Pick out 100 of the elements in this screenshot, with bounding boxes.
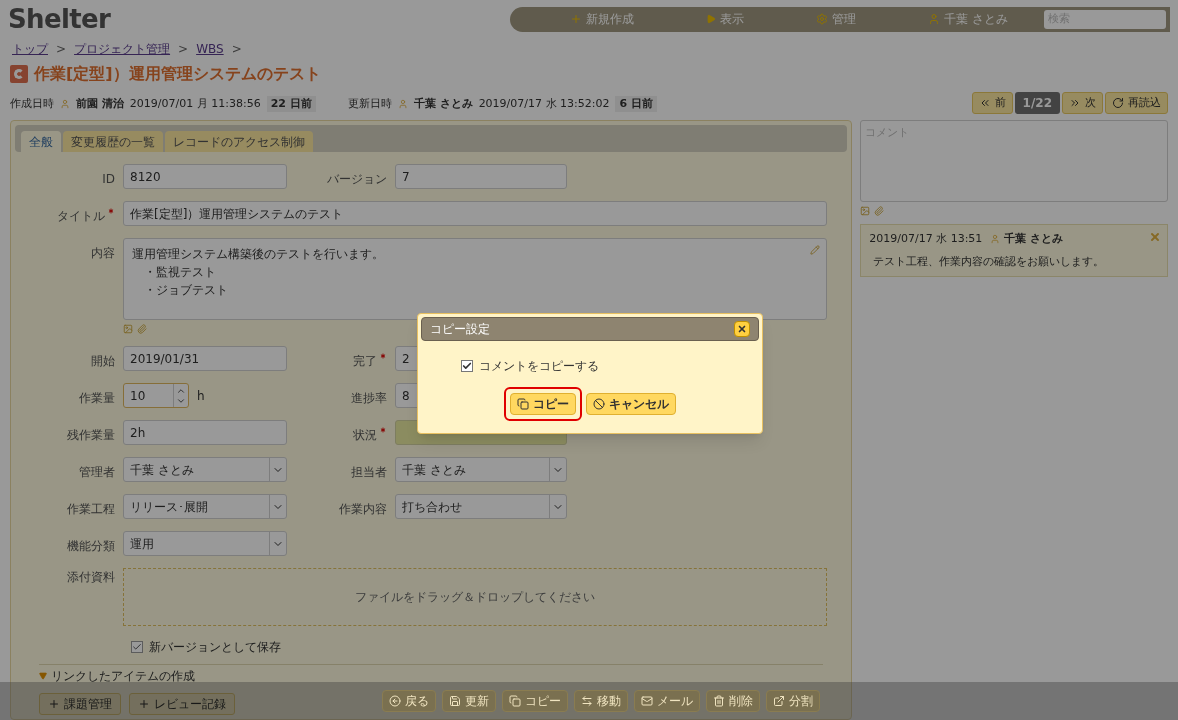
record-nav-button[interactable]: 次 (1062, 92, 1103, 114)
required-icon (379, 352, 387, 360)
checkbox[interactable] (461, 360, 473, 372)
attach-icon[interactable] (137, 324, 147, 334)
user-name: 千葉 さとみ (413, 95, 473, 112)
floppy-icon (449, 695, 461, 707)
cancel-icon (593, 398, 605, 410)
text-field[interactable]: 2019/01/31 (123, 346, 287, 371)
timestamp: 2019/07/17 水 13:52:02 (478, 95, 610, 112)
field-label: 内容 (91, 245, 115, 262)
image-icon[interactable] (123, 324, 133, 334)
breadcrumb-link[interactable]: プロジェクト管理 (74, 40, 171, 58)
elapsed-badge: 22 日前 (266, 95, 316, 112)
field-label: 残作業量 (67, 427, 115, 444)
file-dropzone[interactable]: ファイルをドラッグ＆ドロップしてください (123, 568, 827, 626)
user-icon (397, 98, 408, 109)
record-nav-button[interactable]: 前 (971, 92, 1013, 114)
mail-icon (641, 695, 653, 707)
field-label: 完了 (353, 352, 387, 370)
toolbar-button[interactable]: 分割 (766, 690, 820, 712)
double-right-icon (1069, 97, 1081, 109)
copy-icon (517, 398, 529, 410)
section-title: リンクしたアイテムの作成 (51, 668, 195, 685)
field-label: 開始 (91, 353, 115, 370)
tab[interactable]: 変更履歴の一覧 (63, 131, 163, 152)
timestamp: 2019/07/01 月 11:38:56 (129, 95, 261, 112)
attach-icon[interactable] (874, 206, 885, 216)
toolbar-button[interactable]: メール (634, 690, 700, 712)
tab[interactable]: 全般 (21, 131, 61, 152)
text-field[interactable]: 作業[定型]）運用管理システムのテスト (123, 201, 827, 226)
reload-icon (1112, 97, 1124, 109)
back-icon (389, 695, 401, 707)
text-field[interactable]: 8120 (123, 164, 287, 189)
close-button[interactable] (734, 321, 750, 337)
record-nav-button[interactable]: 再読込 (1105, 92, 1168, 114)
breadcrumb-link[interactable]: トップ (12, 40, 48, 58)
triangle-icon (706, 14, 717, 24)
unit-label: h (197, 387, 205, 405)
select-field[interactable]: 打ち合わせ (395, 494, 567, 519)
field-label: 状況 (353, 426, 387, 444)
toolbar-button[interactable]: 移動 (574, 690, 628, 712)
create-link-button[interactable]: 課題管理 (39, 693, 121, 715)
expand-caret-icon[interactable] (39, 672, 47, 680)
text-field[interactable]: 7 (395, 164, 567, 189)
user-name: 前園 清治 (76, 95, 124, 112)
field-label: 添付資料 (67, 570, 115, 584)
textarea-field[interactable]: 運用管理システム構築後のテストを行います。 ・監視テスト ・ジョブテスト (123, 238, 827, 320)
comment-text: テスト工程、作業内容の確認をお願いします。 (872, 253, 1106, 270)
logo[interactable]: Shelter (8, 6, 111, 32)
select-field[interactable]: リリース･展開 (123, 494, 287, 519)
select-field[interactable]: 運用 (123, 531, 287, 556)
breadcrumb-link[interactable]: WBS (196, 40, 224, 58)
split-icon (773, 695, 785, 707)
field-label: タイトル (57, 207, 115, 225)
required-icon (107, 207, 115, 215)
dialog-button[interactable]: コピー (510, 393, 576, 415)
meta-label: 作成日時 (10, 95, 54, 112)
breadcrumb-separator: > (178, 41, 189, 58)
create-link-button[interactable]: レビュー記録 (129, 693, 235, 715)
number-field[interactable]: 10 (123, 383, 189, 408)
tab[interactable]: レコードのアクセス制御 (165, 131, 313, 152)
gear-icon (816, 13, 829, 25)
toolbar-button[interactable]: 更新 (442, 690, 496, 712)
checkbox-label: コメントをコピーする (479, 358, 599, 375)
close-icon[interactable] (1149, 231, 1161, 243)
text-line: ・ジョブテスト (143, 282, 228, 299)
field-label: 進捗率 (351, 390, 387, 407)
meta-label: 更新日時 (347, 95, 392, 112)
comment-author: 千葉 さとみ (1004, 231, 1064, 247)
text-line: 運用管理システム構築後のテストを行います。 (132, 246, 384, 263)
plus-icon (570, 13, 582, 25)
elapsed-badge: 6 日前 (615, 95, 657, 112)
breadcrumb-separator: > (231, 41, 242, 58)
required-icon (379, 426, 387, 434)
toolbar-button[interactable]: コピー (502, 690, 568, 712)
toolbar-button[interactable]: 削除 (706, 690, 760, 712)
breadcrumb-separator: > (56, 41, 67, 58)
field-label: 作業工程 (67, 501, 115, 518)
page-title: 作業[定型]）運用管理システムのテスト (34, 63, 321, 85)
copy-icon (509, 695, 521, 707)
user-icon (60, 98, 70, 109)
dialog-button[interactable]: キャンセル (586, 393, 676, 415)
checkbox[interactable] (131, 641, 143, 653)
close-icon (737, 324, 747, 334)
user-icon (990, 234, 1001, 245)
text-field[interactable]: 2h (123, 420, 287, 445)
select-field[interactable]: 千葉 さとみ (123, 457, 287, 482)
select-field[interactable]: 千葉 さとみ (395, 457, 567, 482)
image-icon[interactable] (860, 206, 871, 216)
edit-icon[interactable] (810, 245, 820, 255)
toolbar-button[interactable]: 戻る (382, 690, 436, 712)
plus-icon (48, 698, 60, 710)
copy-badge-icon (10, 65, 28, 83)
arrows-icon (581, 695, 593, 707)
plus-icon (138, 698, 150, 710)
trash-icon (713, 695, 725, 707)
checkbox-label: 新バージョンとして保存 (149, 639, 281, 656)
user-icon (928, 13, 941, 25)
field-label: 作業量 (79, 390, 115, 407)
field-label: 機能分類 (67, 538, 115, 555)
